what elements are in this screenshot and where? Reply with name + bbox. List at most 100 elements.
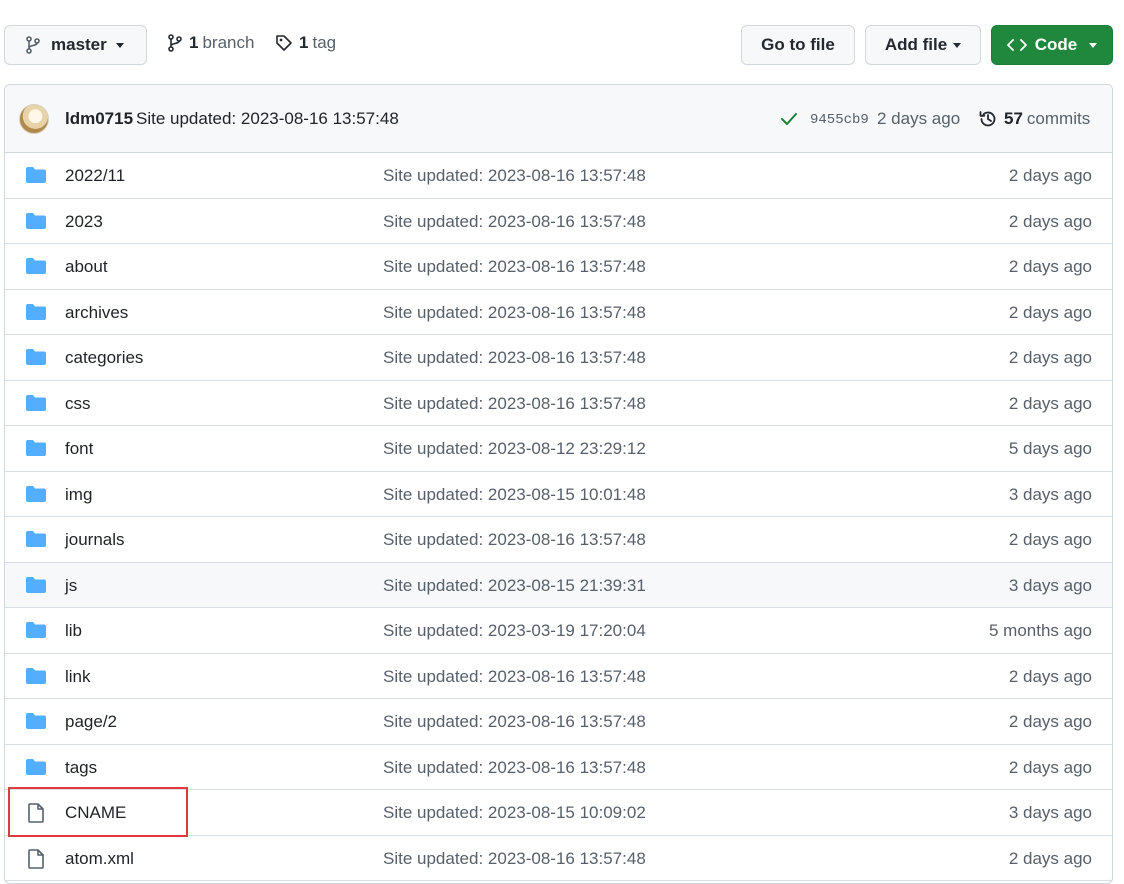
file-name-link[interactable]: img [65,485,92,505]
file-commit-message[interactable]: Site updated: 2023-08-15 10:09:02 [383,803,646,823]
file-commit-message[interactable]: Site updated: 2023-08-16 13:57:48 [383,257,646,277]
file-commit-message[interactable]: Site updated: 2023-08-15 21:39:31 [383,576,646,596]
avatar[interactable] [19,104,49,134]
commit-age: 2 days ago [877,109,961,128]
code-icon [1006,39,1027,51]
file-commit-age: 2 days ago [1008,257,1092,276]
tag-icon [276,35,292,51]
file-row[interactable]: tags Site updated: 2023-08-16 13:57:48 2 d… [5,745,1112,790]
file-row[interactable]: img Site updated: 2023-08-15 10:01:48 3 da… [5,472,1112,517]
repo-toolbar: master 1 branch 1 tag Go to file Add fil… [0,0,1124,84]
branch-select-button[interactable]: master [4,25,147,65]
chevron-down-icon [1089,42,1098,48]
file-commit-message[interactable]: Site updated: 2023-08-16 13:57:48 [383,849,646,869]
file-row[interactable]: page/2 Site updated: 2023-08-16 13:57:48 2… [5,699,1112,745]
file-name-link[interactable]: lib [65,621,82,641]
file-icon [25,803,47,828]
go-to-file-button[interactable]: Go to file [741,25,855,65]
file-commit-age: 2 days ago [1008,166,1092,185]
file-name-link[interactable]: 2022/11 [65,166,125,186]
file-name-link[interactable]: page/2 [65,712,117,732]
file-name-link[interactable]: archives [65,303,128,323]
commit-message[interactable]: Site updated: 2023-08-16 13:57:48 [136,109,399,129]
file-commit-message[interactable]: Site updated: 2023-08-16 13:57:48 [383,530,646,550]
file-commit-message[interactable]: Site updated: 2023-08-16 13:57:48 [383,303,646,323]
file-list: 2022/11 Site updated: 2023-08-16 13:57:48… [5,153,1112,881]
file-commit-message[interactable]: Site updated: 2023-08-16 13:57:48 [383,712,646,732]
branch-count: 1 [189,33,199,52]
file-name-link[interactable]: journals [65,530,125,550]
folder-icon [25,212,47,235]
file-commit-message[interactable]: Site updated: 2023-03-19 17:20:04 [383,621,646,641]
file-row[interactable]: lib Site updated: 2023-03-19 17:20:04 5 mo… [5,608,1112,654]
branches-link[interactable]: 1 branch [167,33,254,53]
file-name-link[interactable]: css [65,394,91,414]
file-commit-message[interactable]: Site updated: 2023-08-16 13:57:48 [383,394,646,414]
file-commit-age: 2 days ago [1008,666,1092,686]
add-file-label: Add file [884,35,948,54]
file-name-link[interactable]: CNAME [65,803,126,823]
git-branch-icon [168,34,182,52]
add-file-button[interactable]: Add file [865,25,981,65]
tags-link[interactable]: 1 tag [275,33,336,53]
file-row[interactable]: CNAME Site updated: 2023-08-15 10:09:02 3 … [5,790,1112,836]
file-commit-age: 2 days ago [1008,302,1092,322]
file-commit-message[interactable]: Site updated: 2023-08-16 13:57:48 [383,166,646,186]
file-commit-age: 2 days ago [1008,530,1092,549]
go-to-file-label: Go to file [761,35,835,54]
folder-icon [25,576,47,599]
chevron-down-icon [953,42,962,48]
folder-icon [25,758,47,781]
commits-count: 57 [1004,109,1023,128]
file-name-link[interactable]: link [65,667,91,687]
file-name-link[interactable]: 2023 [65,212,103,232]
file-commit-age: 3 days ago [1008,803,1092,822]
code-label: Code [1034,35,1078,54]
file-row[interactable]: 2023 Site updated: 2023-08-16 13:57:48 2 d… [5,199,1112,244]
file-name-link[interactable]: font [65,439,93,459]
branch-label: branch [202,33,255,52]
file-row[interactable]: journals Site updated: 2023-08-16 13:57:4… [5,517,1112,563]
file-commit-age: 3 days ago [1008,575,1092,595]
folder-icon [25,257,47,280]
git-branch-icon [26,36,40,54]
file-commit-age: 2 days ago [1008,211,1092,231]
latest-commit-bar: ldm0715 Site updated: 2023-08-16 13:57:4… [5,85,1112,153]
folder-icon [25,394,47,417]
commits-label: commits [1026,109,1091,128]
history-icon [979,111,996,127]
folder-icon [25,166,47,189]
commit-sha[interactable]: 9455cb9 [810,112,869,128]
folder-icon [25,348,47,371]
file-commit-age: 2 days ago [1008,757,1092,777]
file-name-link[interactable]: js [65,576,77,596]
chevron-down-icon [115,42,124,48]
file-commit-message[interactable]: Site updated: 2023-08-15 10:01:48 [383,485,646,505]
file-name-link[interactable]: atom.xml [65,849,134,869]
file-name-link[interactable]: tags [65,758,97,778]
file-row[interactable]: font Site updated: 2023-08-12 23:29:12 5 d… [5,426,1112,472]
file-row[interactable]: about Site updated: 2023-08-16 13:57:48 2 … [5,244,1112,290]
file-commit-age: 2 days ago [1008,848,1092,868]
file-commit-message[interactable]: Site updated: 2023-08-16 13:57:48 [383,212,646,232]
file-commit-message[interactable]: Site updated: 2023-08-12 23:29:12 [383,439,646,459]
file-row[interactable]: 2022/11 Site updated: 2023-08-16 13:57:48… [5,153,1112,199]
file-row[interactable]: link Site updated: 2023-08-16 13:57:48 2 d… [5,654,1112,699]
file-commit-message[interactable]: Site updated: 2023-08-16 13:57:48 [383,758,646,778]
branch-name: master [51,35,107,54]
code-button[interactable]: Code [991,25,1113,65]
commits-history-link[interactable]: 57 commits [978,109,1090,129]
file-row[interactable]: categories Site updated: 2023-08-16 13:57… [5,335,1112,381]
file-name-link[interactable]: categories [65,348,143,368]
file-row[interactable]: css Site updated: 2023-08-16 13:57:48 2 da… [5,381,1112,426]
file-name-link[interactable]: about [65,257,108,277]
folder-icon [25,621,47,644]
file-row[interactable]: js Site updated: 2023-08-15 21:39:31 3 day… [5,562,1112,608]
file-commit-message[interactable]: Site updated: 2023-08-16 13:57:48 [383,667,646,687]
tag-label: tag [312,33,337,52]
file-row[interactable]: atom.xml Site updated: 2023-08-16 13:57:4… [5,836,1112,881]
file-commit-age: 5 days ago [1008,439,1092,458]
commit-author[interactable]: ldm0715 [65,109,133,129]
file-commit-message[interactable]: Site updated: 2023-08-16 13:57:48 [383,348,646,368]
file-row[interactable]: archives Site updated: 2023-08-16 13:57:4… [5,290,1112,335]
